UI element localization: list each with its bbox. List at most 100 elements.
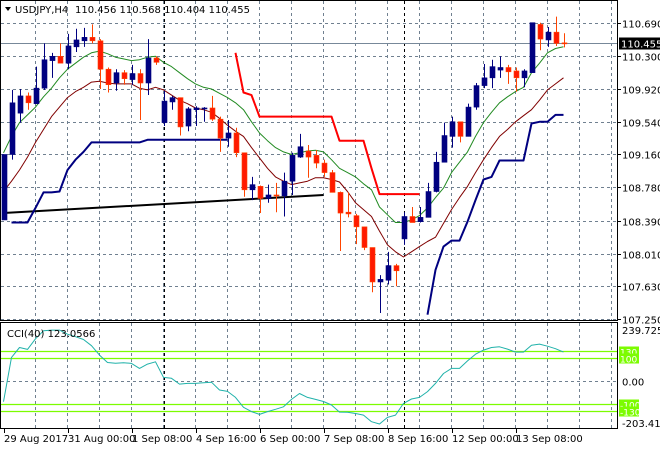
collapse-triangle-icon[interactable] bbox=[5, 7, 11, 11]
bear-candle-body bbox=[89, 37, 96, 42]
bear-candle-body bbox=[361, 226, 368, 248]
bear-candle-body bbox=[393, 265, 400, 272]
bear-candle-body bbox=[305, 150, 312, 158]
bull-candle-body bbox=[201, 107, 208, 110]
time-axis-label: 29 Aug 2017 bbox=[4, 434, 68, 445]
price-axis-label: 109.920 bbox=[622, 86, 660, 97]
bear-candle-body bbox=[321, 162, 328, 173]
bull-candle-body bbox=[193, 107, 200, 110]
bull-candle-body bbox=[265, 194, 272, 199]
chart-window[interactable]: 110.690 110.300 109.920 109.540 109.160 108.7… bbox=[0, 0, 660, 450]
time-axis-label: 8 Sep 16:00 bbox=[388, 434, 448, 445]
bull-candle-body bbox=[297, 146, 304, 158]
bear-candle-body bbox=[273, 194, 280, 197]
bear-candle-body bbox=[25, 95, 32, 104]
bear-candle-body bbox=[561, 42, 568, 45]
bear-candle-body bbox=[233, 132, 240, 154]
price-axis-label: 107.250 bbox=[622, 316, 660, 327]
bear-candle-body bbox=[457, 121, 464, 137]
upper-stop-line bbox=[234, 52, 420, 196]
bear-candle-body bbox=[153, 57, 160, 63]
ma-fast-line bbox=[3, 46, 564, 223]
bull-candle-body bbox=[449, 121, 456, 137]
bull-candle-body bbox=[497, 67, 504, 71]
cci-line bbox=[3, 329, 564, 425]
time-axis-label: 4 Sep 16:00 bbox=[196, 434, 256, 445]
bear-candle-body bbox=[337, 192, 344, 214]
bull-candle-body bbox=[289, 155, 296, 182]
price-axis-label: 110.300 bbox=[622, 53, 660, 64]
bear-candle-body bbox=[105, 68, 112, 86]
time-axis-label: 31 Aug 00:00 bbox=[68, 434, 135, 445]
bear-candle-body bbox=[97, 40, 104, 70]
price-axis-label: 110.690 bbox=[622, 20, 660, 31]
bear-candle-body bbox=[57, 55, 64, 64]
bull-candle-body bbox=[417, 217, 424, 222]
bull-candle-body bbox=[129, 73, 136, 80]
bull-candle-body bbox=[521, 70, 528, 79]
price-axis-label: 108.390 bbox=[622, 218, 660, 229]
bull-candle-body bbox=[41, 59, 48, 89]
bull-candle-body bbox=[249, 184, 256, 191]
bull-candle-body bbox=[81, 37, 88, 42]
time-axis-label: 6 Sep 00:00 bbox=[260, 434, 320, 445]
price-axis-label: 109.160 bbox=[622, 151, 660, 162]
bear-candle-body bbox=[409, 216, 416, 223]
bear-candle-body bbox=[513, 70, 520, 79]
bull-candle-body bbox=[1, 154, 8, 221]
bull-candle-body bbox=[73, 39, 80, 48]
time-axis-label: 12 Sep 00:00 bbox=[452, 434, 519, 445]
bull-candle-body bbox=[49, 55, 56, 61]
cci-level-label: 100 bbox=[620, 356, 637, 366]
bear-candle-body bbox=[329, 172, 336, 193]
price-series bbox=[3, 46, 564, 315]
bull-candle-body bbox=[441, 135, 448, 163]
bull-candle-body bbox=[529, 22, 536, 73]
cci-min-label: -203.4156 bbox=[622, 419, 660, 430]
bear-candle-body bbox=[353, 215, 360, 228]
bull-candle-body bbox=[161, 100, 168, 123]
bear-candle-body bbox=[553, 31, 560, 44]
bear-candle-body bbox=[177, 97, 184, 128]
cci-series bbox=[3, 329, 564, 425]
time-axis-label: 13 Sep 08:00 bbox=[516, 434, 583, 445]
bear-candle-body bbox=[369, 247, 376, 283]
price-axis-label: 109.540 bbox=[622, 119, 660, 130]
price-axis-label: 108.010 bbox=[622, 251, 660, 262]
cci-label: CCI(40) 123.0566 bbox=[7, 329, 95, 340]
bear-candle-body bbox=[345, 211, 352, 215]
price-axis-label: 107.630 bbox=[622, 283, 660, 294]
time-axis-label: 1 Sep 08:00 bbox=[132, 434, 192, 445]
bear-candle-body bbox=[537, 24, 544, 40]
bull-candle-body bbox=[65, 45, 72, 64]
bull-candle-body bbox=[425, 191, 432, 218]
bull-candle-body bbox=[401, 216, 408, 240]
bull-candle-body bbox=[385, 265, 392, 281]
ma-slow-line bbox=[3, 77, 564, 258]
price-axis-label: 108.780 bbox=[622, 184, 660, 195]
lower-band-line bbox=[11, 113, 564, 315]
bear-candle-body bbox=[505, 67, 512, 73]
time-axis-label: 7 Sep 08:00 bbox=[324, 434, 384, 445]
bear-candle-body bbox=[217, 118, 224, 139]
cci-level-label: -130 bbox=[620, 409, 641, 419]
bear-candle-body bbox=[241, 152, 248, 191]
bull-candle-body bbox=[225, 132, 232, 139]
bull-candle-body bbox=[481, 77, 488, 86]
bull-candle-body bbox=[33, 87, 40, 104]
bear-candle-body bbox=[121, 72, 128, 79]
bull-candle-body bbox=[169, 97, 176, 103]
bull-candle-body bbox=[185, 108, 192, 127]
symbol-label: USDJPY,H4 bbox=[15, 5, 68, 16]
bull-candle-body bbox=[113, 72, 120, 84]
bull-candle-body bbox=[473, 85, 480, 108]
bull-candle-body bbox=[281, 180, 288, 197]
bull-candle-body bbox=[489, 66, 496, 79]
bear-candle-body bbox=[209, 107, 216, 120]
bear-candle-body bbox=[313, 155, 320, 164]
bull-candle-body bbox=[433, 161, 440, 192]
bull-candle-body bbox=[377, 279, 384, 283]
bear-candle-body bbox=[257, 186, 264, 199]
cci-max-label: 239.7251 bbox=[622, 326, 660, 337]
trendline bbox=[3, 193, 324, 215]
